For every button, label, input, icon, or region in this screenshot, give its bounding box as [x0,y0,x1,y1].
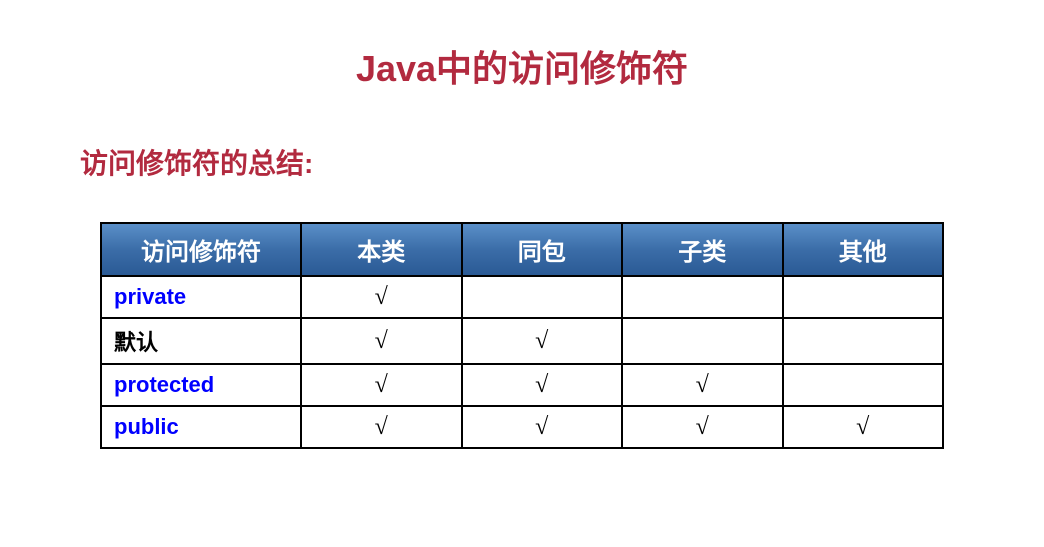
header-self-class: 本类 [301,223,462,276]
table-cell: √ [301,364,462,406]
check-icon: √ [856,414,869,440]
table-cell: √ [462,364,623,406]
table-row: protected √ √ √ [101,364,943,406]
row-label: public [101,406,301,448]
table-cell: √ [301,318,462,364]
table-container: 访问修饰符 本类 同包 子类 其他 private √ 默认 √ √ protected √… [80,222,964,449]
header-other: 其他 [783,223,944,276]
table-cell: √ [622,364,783,406]
table-cell [783,364,944,406]
check-icon: √ [696,372,709,398]
header-subclass: 子类 [622,223,783,276]
table-body: private √ 默认 √ √ protected √ √ √ public √ √ √ √ [101,276,943,448]
table-row: 默认 √ √ [101,318,943,364]
check-icon: √ [535,372,548,398]
table-cell: √ [462,318,623,364]
table-cell: √ [462,406,623,448]
table-cell: √ [622,406,783,448]
row-label: protected [101,364,301,406]
row-label: 默认 [101,318,301,364]
table-cell [462,276,623,318]
check-icon: √ [375,372,388,398]
header-same-package: 同包 [462,223,623,276]
check-icon: √ [375,414,388,440]
table-cell [622,318,783,364]
check-icon: √ [535,414,548,440]
access-modifier-table: 访问修饰符 本类 同包 子类 其他 private √ 默认 √ √ protected √… [100,222,944,449]
table-cell [622,276,783,318]
table-header-row: 访问修饰符 本类 同包 子类 其他 [101,223,943,276]
table-cell: √ [783,406,944,448]
check-icon: √ [375,284,388,310]
table-row: private √ [101,276,943,318]
table-cell: √ [301,406,462,448]
table-cell [783,318,944,364]
table-cell: √ [301,276,462,318]
section-subtitle: 访问修饰符的总结: [80,142,964,182]
table-row: public √ √ √ √ [101,406,943,448]
check-icon: √ [696,414,709,440]
header-modifier: 访问修饰符 [101,223,301,276]
check-icon: √ [535,328,548,354]
check-icon: √ [375,328,388,354]
row-label: private [101,276,301,318]
table-cell [783,276,944,318]
page-title: Java中的访问修饰符 [80,40,964,92]
